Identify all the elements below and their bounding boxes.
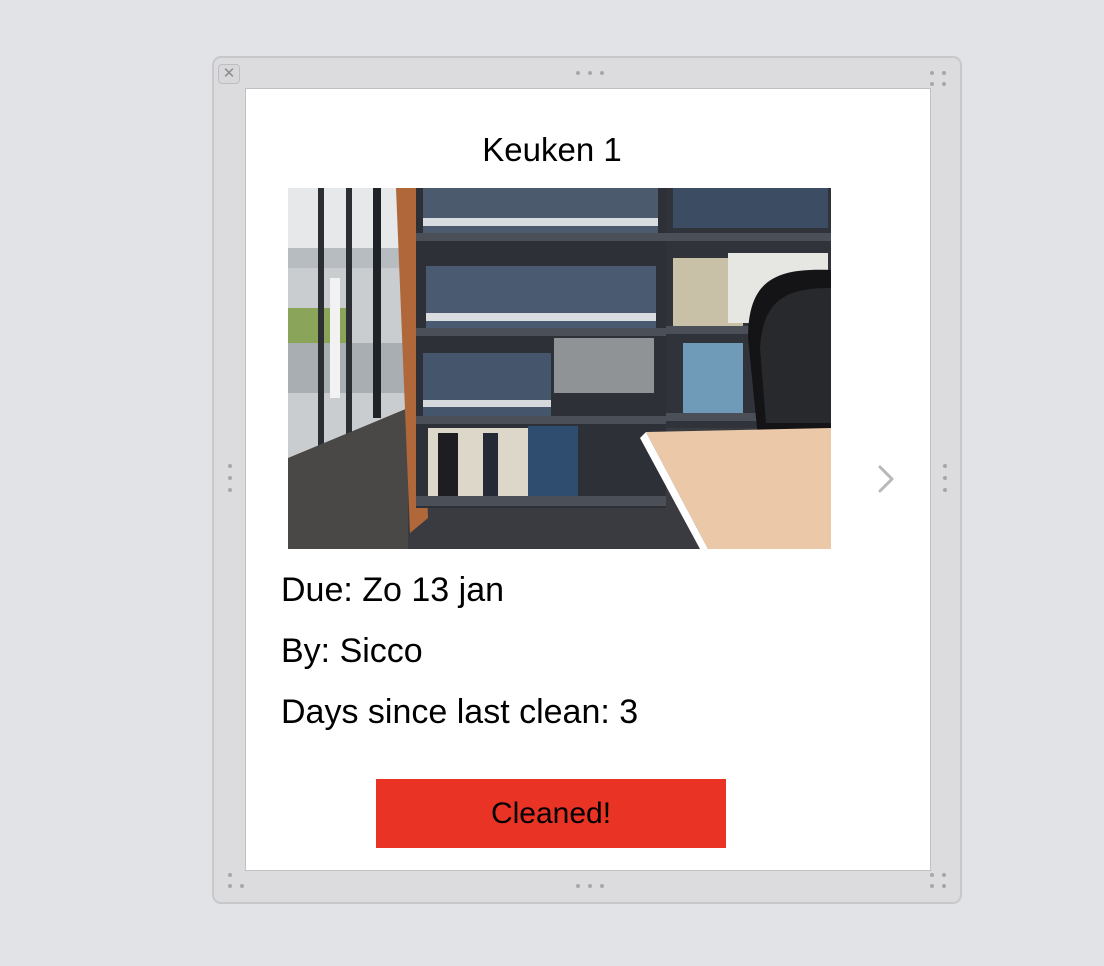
room-photo: [288, 188, 831, 549]
chevron-right-icon[interactable]: [872, 462, 902, 496]
days-since-label: Days since last clean: 3: [281, 693, 639, 731]
card-title: Keuken 1: [482, 131, 622, 168]
assignee-label: By: Sicco: [281, 632, 423, 670]
due-label: Due: Zo 13 jan: [281, 571, 505, 609]
cleaned-button[interactable]: Cleaned!: [376, 779, 726, 848]
close-icon[interactable]: ✕: [218, 64, 240, 84]
